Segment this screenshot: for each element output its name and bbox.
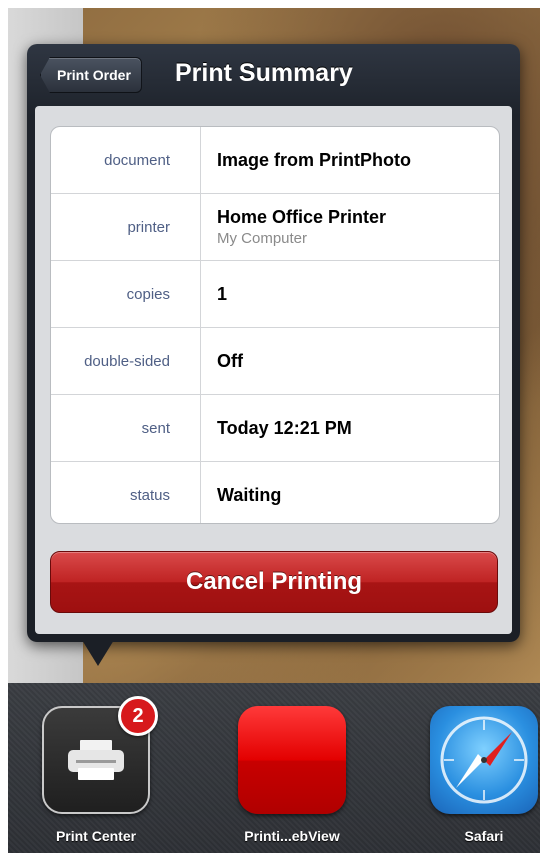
app-name: Safari <box>464 828 504 844</box>
app-name: Printi...ebView <box>244 828 340 844</box>
row-divider <box>200 261 201 327</box>
navigation-bar: Print Order Print Summary <box>27 44 520 106</box>
print-order-back-button[interactable]: Print Order <box>40 57 142 93</box>
row-value: Off <box>217 350 243 371</box>
printer-icon[interactable]: 2 <box>42 696 158 814</box>
row-value: 1 <box>217 283 228 304</box>
dock-app-print-center[interactable]: 2 Print Center <box>41 696 158 844</box>
print-summary-popover: Print Order Print Summary document Image… <box>27 44 520 642</box>
dock-app-printing-webview[interactable]: Printi...ebView <box>237 706 347 844</box>
row-label: double-sided <box>84 352 170 370</box>
table-row-status: status Waiting <box>51 462 499 523</box>
app-switcher-dock: 2 Print Center Printi...ebView Safari <box>8 683 540 853</box>
popover-arrow <box>82 640 114 666</box>
cancel-printing-button[interactable]: Cancel Printing <box>50 551 498 613</box>
row-label: copies <box>126 285 170 303</box>
row-label: printer <box>127 218 170 236</box>
row-value: Waiting <box>217 484 282 505</box>
row-subtitle: My Computer <box>217 230 308 247</box>
compass-glyph <box>440 716 528 804</box>
row-label: document <box>104 151 170 169</box>
table-row-printer: printer Home Office Printer My Computer <box>51 194 499 261</box>
row-value: Home Office Printer <box>217 207 387 227</box>
row-divider <box>200 328 201 394</box>
row-divider <box>200 395 201 461</box>
app-name: Print Center <box>55 828 137 844</box>
table-row-sent: sent Today 12:21 PM <box>51 395 499 462</box>
table-row-copies: copies 1 <box>51 261 499 328</box>
row-value-group: Home Office Printer My Computer <box>217 207 386 247</box>
page-title: Print Summary <box>175 59 353 87</box>
row-divider <box>200 194 201 260</box>
summary-table: document Image from PrintPhoto printer H… <box>50 126 500 524</box>
table-row-double-sided: double-sided Off <box>51 328 499 395</box>
row-value: Today 12:21 PM <box>217 417 352 438</box>
row-divider <box>200 127 201 193</box>
printer-glyph <box>68 740 124 780</box>
row-value: Image from PrintPhoto <box>217 149 412 170</box>
row-label: status <box>129 486 170 504</box>
red-app-icon[interactable] <box>238 706 346 814</box>
dock-app-safari[interactable]: Safari <box>429 706 539 844</box>
content-panel: document Image from PrintPhoto printer H… <box>35 106 512 634</box>
table-row-document: document Image from PrintPhoto <box>51 127 499 194</box>
notification-badge: 2 <box>118 696 158 736</box>
row-label: sent <box>141 419 170 437</box>
compass-icon[interactable] <box>430 706 538 814</box>
row-divider <box>200 462 201 523</box>
